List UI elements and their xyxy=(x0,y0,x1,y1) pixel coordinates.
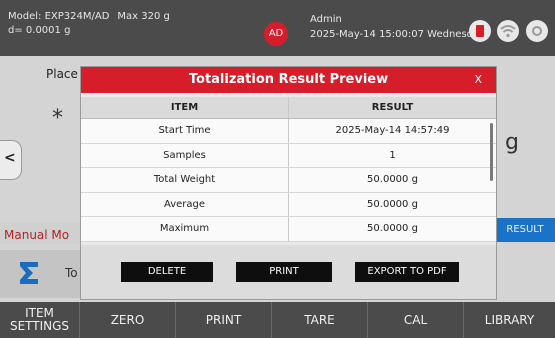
zero-button[interactable]: ZERO xyxy=(80,302,176,338)
instruction-text: Place xyxy=(46,67,78,81)
totalization-label: To xyxy=(65,266,78,280)
dialog-header: Totalization Result Preview X xyxy=(81,67,496,93)
table-row: Samples 1 xyxy=(81,143,496,168)
row-result: 50.0000 g xyxy=(367,174,418,186)
row-item: Samples xyxy=(81,143,289,167)
max-capacity: Max 320 g xyxy=(117,11,170,22)
dialog-title: Totalization Result Preview xyxy=(188,72,389,87)
item-settings-button[interactable]: ITEM SETTINGS xyxy=(0,302,80,338)
table-row: Total Weight 50.0000 g xyxy=(81,168,496,193)
print-button[interactable]: PRINT xyxy=(176,302,272,338)
stability-indicator: * xyxy=(52,106,63,131)
cal-button[interactable]: CAL xyxy=(368,302,464,338)
side-panel-toggle[interactable]: < xyxy=(0,140,22,180)
weight-unit: g xyxy=(505,130,519,155)
dialog-actions: DELETE PRINT EXPORT TO PDF xyxy=(81,245,496,299)
function-bar: ITEM SETTINGS ZERO PRINT TARE CAL LIBRAR… xyxy=(0,302,555,338)
avatar[interactable]: AD xyxy=(264,22,288,46)
manual-mode-label: Manual Mo xyxy=(0,222,82,244)
dialog-print-button[interactable]: PRINT xyxy=(236,262,332,282)
signal-icon[interactable] xyxy=(526,20,548,42)
result-table: ITEM RESULT Start Time 2025-May-14 14:57… xyxy=(81,97,496,243)
row-item: Total Weight xyxy=(81,168,289,192)
table-row: Maximum 50.0000 g xyxy=(81,217,496,242)
table-scrollbar[interactable] xyxy=(490,123,493,181)
table-row: Start Time 2025-May-14 14:57:49 xyxy=(81,119,496,144)
totalization-row[interactable]: To xyxy=(0,250,82,298)
user-name: Admin xyxy=(310,14,342,25)
sigma-icon xyxy=(14,258,44,288)
export-pdf-button[interactable]: EXPORT TO PDF xyxy=(355,262,459,282)
datetime: 2025-May-14 15:00:07 Wednesday xyxy=(310,29,486,40)
row-result: 50.0000 g xyxy=(367,198,418,210)
row-item: Maximum xyxy=(81,217,289,241)
row-item: Average xyxy=(81,192,289,216)
row-result: 50.0000 g xyxy=(367,223,418,235)
table-header: ITEM RESULT xyxy=(81,97,496,119)
usb-icon[interactable] xyxy=(469,20,491,42)
row-result: 2025-May-14 14:57:49 xyxy=(335,125,450,137)
library-button[interactable]: LIBRARY xyxy=(464,302,555,338)
status-bar: Model: EXP324M/AD Max 320 g d= 0.0001 g A… xyxy=(0,0,555,56)
row-result: 1 xyxy=(389,149,396,161)
tare-button[interactable]: TARE xyxy=(272,302,368,338)
column-header-item: ITEM xyxy=(81,97,289,118)
table-row: Average 50.0000 g xyxy=(81,192,496,217)
row-item: Start Time xyxy=(81,119,289,143)
model-label: Model: EXP324M/AD xyxy=(8,11,110,22)
totalization-preview-dialog: Totalization Result Preview X ITEM RESUL… xyxy=(80,66,497,300)
column-header-result: RESULT xyxy=(371,102,414,113)
result-button[interactable]: RESULT xyxy=(495,218,555,242)
chevron-left-icon: < xyxy=(4,150,16,166)
delete-button[interactable]: DELETE xyxy=(121,262,213,282)
wifi-icon[interactable] xyxy=(497,20,519,42)
user-info: Admin 2025-May-14 15:00:07 Wednesday xyxy=(310,12,485,42)
scale-info: Model: EXP324M/AD Max 320 g d= 0.0001 g xyxy=(8,10,170,38)
resolution-label: d= 0.0001 g xyxy=(8,25,71,36)
close-button[interactable]: X xyxy=(474,67,482,93)
